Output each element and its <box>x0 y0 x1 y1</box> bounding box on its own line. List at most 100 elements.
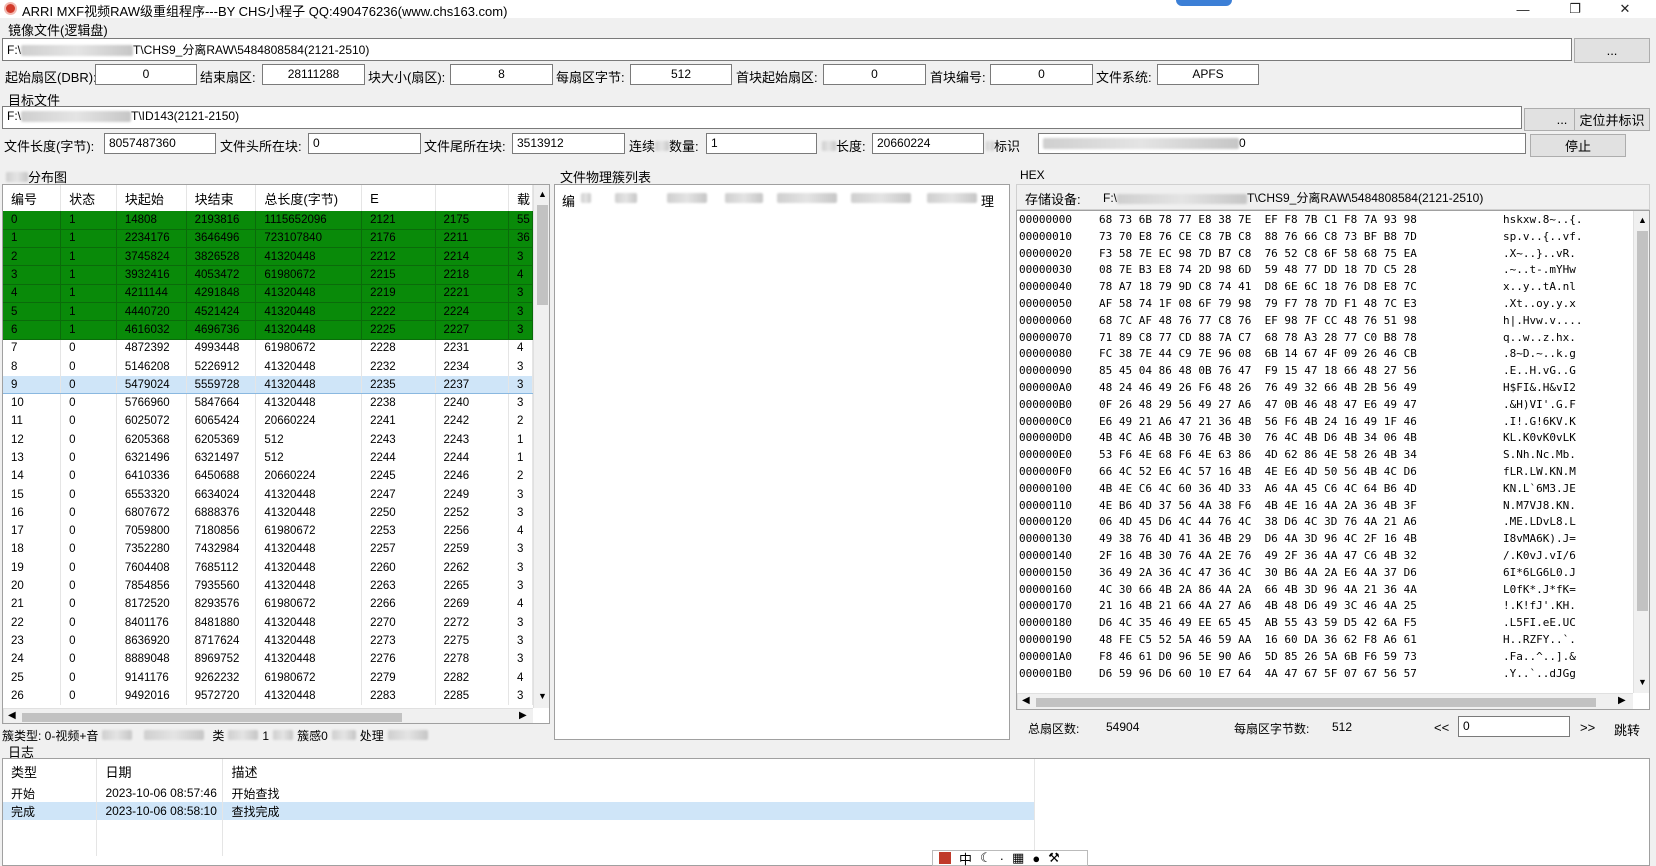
table-cell: 0 <box>60 339 117 358</box>
table-row[interactable]: 18 0 7352280 7432984 41320448 2257 2259 3 <box>3 540 534 559</box>
next-page-button[interactable]: >> <box>1580 720 1595 735</box>
table-row[interactable]: 2 1 3745824 3826528 41320448 2212 2214 3 <box>3 247 534 267</box>
distribution-column-header[interactable] <box>435 185 509 211</box>
scroll-left-icon[interactable]: ◀ <box>8 710 16 721</box>
scroll-down-icon[interactable]: ▼ <box>1638 677 1647 687</box>
table-cell: 512 <box>255 430 363 449</box>
page-input[interactable]: 0 <box>1458 716 1570 737</box>
tail-block-input[interactable]: 3513912 <box>512 133 625 154</box>
distribution-column-header[interactable]: 状态 <box>60 185 117 211</box>
table-row[interactable]: 1 1 2234176 3646496 723107840 2176 2211 36 <box>3 229 534 249</box>
redacted-text <box>273 730 294 740</box>
table-row[interactable]: 3 1 3932416 4053472 61980672 2215 2218 4 <box>3 265 534 285</box>
first-block-sector-input[interactable]: 0 <box>823 64 926 85</box>
scroll-up-icon[interactable]: ▲ <box>538 189 547 199</box>
distribution-column-header[interactable]: 载 <box>508 185 534 211</box>
table-row[interactable]: 16 0 6807672 6888376 41320448 2250 2252 3 <box>3 503 534 523</box>
target-file-path-input[interactable]: F:\ T\ID143(2121-2150) <box>2 106 1522 129</box>
table-row[interactable]: 7 0 4872392 4993448 61980672 2228 2231 4 <box>3 339 534 358</box>
scroll-thumb[interactable] <box>1036 698 1596 707</box>
length-input[interactable]: 20660224 <box>872 133 984 154</box>
table-row[interactable]: 25 0 9141176 9262232 61980672 2279 2282 4 <box>3 668 534 687</box>
scroll-thumb[interactable] <box>1637 231 1648 611</box>
jump-button[interactable]: 跳转 <box>1614 720 1640 739</box>
physical-cluster-list[interactable]: 编 理 <box>554 184 1010 740</box>
image-file-browse-button[interactable]: ... <box>1574 38 1650 63</box>
table-row[interactable]: 24 0 8889048 8969752 41320448 2276 2278 3 <box>3 650 534 669</box>
distribution-column-header[interactable]: 块结束 <box>186 185 257 211</box>
table-row[interactable]: 8 0 5146208 5226912 41320448 2232 2234 3 <box>3 357 534 376</box>
locate-and-mark-button[interactable]: 定位并标识 <box>1574 108 1650 131</box>
filesystem-input[interactable]: APFS <box>1157 64 1259 85</box>
close-button[interactable]: ✕ <box>1602 0 1648 18</box>
table-row[interactable]: 10 0 5766960 5847664 41320448 2238 2240 3 <box>3 393 534 413</box>
start-sector-input[interactable]: 0 <box>95 64 197 85</box>
first-block-no-input[interactable]: 0 <box>990 64 1093 85</box>
log-column-header[interactable]: 日期 <box>96 759 224 784</box>
ime-chinese-mode[interactable]: 中 <box>959 849 972 866</box>
hex-bytes: D6 4C 35 46 49 EE 65 45 AB 55 43 59 D5 4… <box>1099 616 1417 630</box>
table-row[interactable]: 26 0 9492016 9572720 41320448 2283 2285 3 <box>3 686 534 706</box>
ime-tools-icon[interactable]: ⚒ <box>1048 850 1060 866</box>
image-file-path-input[interactable]: F:\ T\CHS9_分离RAW\5484808584(2121-2510) <box>2 38 1572 61</box>
mark-input[interactable]: 0 <box>1038 133 1526 154</box>
scroll-down-icon[interactable]: ▼ <box>538 691 547 701</box>
ime-punctuation[interactable]: · <box>1000 851 1004 866</box>
table-row[interactable]: 12 0 6205368 6205369 512 2243 2243 1 <box>3 430 534 449</box>
hex-vscroll[interactable]: ▲ ▼ <box>1633 211 1649 693</box>
log-cell <box>96 838 224 856</box>
table-row[interactable]: 21 0 8172520 8293576 61980672 2266 2269 4 <box>3 595 534 614</box>
table-row[interactable]: 0 1 14808 2193816 1115652096 2121 2175 55 <box>3 211 534 230</box>
ime-user-icon[interactable]: ● <box>1032 851 1040 866</box>
table-row[interactable]: 14 0 6410336 6450688 20660224 2245 2246 2 <box>3 467 534 486</box>
table-row[interactable]: 22 0 8401176 8481880 41320448 2270 2272 3 <box>3 613 534 632</box>
stop-button[interactable]: 停止 <box>1530 134 1626 157</box>
continuous-count-input[interactable]: 1 <box>706 133 817 154</box>
log-column-header[interactable]: 描述 <box>222 759 1035 784</box>
table-row[interactable]: 11 0 6025072 6065424 20660224 2241 2242 2 <box>3 412 534 431</box>
scroll-up-icon[interactable]: ▲ <box>1638 215 1647 225</box>
scroll-right-icon[interactable]: ▶ <box>1618 695 1626 706</box>
maximize-button[interactable]: ❐ <box>1552 0 1598 18</box>
scroll-right-icon[interactable]: ▶ <box>519 710 527 721</box>
bytes-per-sector-input[interactable]: 512 <box>630 64 732 85</box>
block-size-input[interactable]: 8 <box>450 64 553 85</box>
table-row[interactable]: 17 0 7059800 7180856 61980672 2253 2256 4 <box>3 522 534 541</box>
log-column-header[interactable]: 类型 <box>3 759 98 784</box>
ime-keyboard-icon[interactable]: ▦ <box>1012 850 1024 866</box>
scroll-left-icon[interactable]: ◀ <box>1022 695 1030 706</box>
table-row[interactable]: 19 0 7604408 7685112 41320448 2260 2262 3 <box>3 558 534 577</box>
table-cell: 6888376 <box>186 503 257 523</box>
log-row[interactable]: 完成 2023-10-06 08:58:10 查找完成 <box>3 802 1035 820</box>
table-row[interactable]: 4 1 4211144 4291848 41320448 2219 2221 3 <box>3 284 534 303</box>
table-row[interactable]: 5 1 4440720 4521424 41320448 2222 2224 3 <box>3 302 534 322</box>
file-length-input[interactable]: 8057487360 <box>104 133 216 154</box>
table-cell: 7685112 <box>186 558 257 577</box>
head-block-input[interactable]: 0 <box>308 133 421 154</box>
table-row[interactable]: 13 0 6321496 6321497 512 2244 2244 1 <box>3 448 534 468</box>
ime-moon-icon[interactable]: ☾ <box>980 850 992 866</box>
end-sector-input[interactable]: 28111288 <box>262 64 365 85</box>
log-row[interactable]: 开始 2023-10-06 08:57:46 开始查找 <box>3 784 1035 802</box>
distribution-hscroll[interactable]: ◀ ▶ <box>3 708 533 723</box>
hex-offset: 00000020 <box>1019 246 1072 260</box>
table-row[interactable]: 20 0 7854856 7935560 41320448 2263 2265 3 <box>3 576 534 596</box>
table-row[interactable]: 9 0 5479024 5559728 41320448 2235 2237 3 <box>3 375 534 395</box>
table-row[interactable]: 15 0 6553320 6634024 41320448 2247 2249 3 <box>3 485 534 504</box>
log-list[interactable]: 类型 日期 描述 开始 2023-10-06 08:57:46 开始查找 完成 2023-1… <box>2 758 1650 866</box>
distribution-column-header[interactable]: E <box>361 185 436 211</box>
distribution-vscroll[interactable]: ▲ ▼ <box>533 185 549 708</box>
table-row[interactable]: 6 1 4616032 4696736 41320448 2225 2227 3 <box>3 320 534 340</box>
scroll-thumb[interactable] <box>22 713 402 722</box>
scroll-thumb[interactable] <box>537 205 548 305</box>
distribution-column-header[interactable]: 块起始 <box>116 185 187 211</box>
hex-hscroll[interactable]: ◀ ▶ <box>1017 693 1633 709</box>
table-row[interactable]: 23 0 8636920 8717624 41320448 2273 2275 3 <box>3 631 534 651</box>
ime-toolbar[interactable]: 中 ☾ · ▦ ● ⚒ <box>932 850 1088 866</box>
distribution-column-header[interactable]: 编号 <box>3 185 62 211</box>
minimize-button[interactable]: — <box>1500 0 1546 18</box>
hex-view[interactable]: 00000000 68 73 6B 78 77 E8 38 7E EF F8 7B… <box>1016 210 1650 710</box>
hex-ascii: .Xt..oy.y.x <box>1503 296 1576 310</box>
distribution-column-header[interactable]: 总长度(字节) <box>255 185 363 211</box>
prev-page-button[interactable]: << <box>1434 720 1449 735</box>
